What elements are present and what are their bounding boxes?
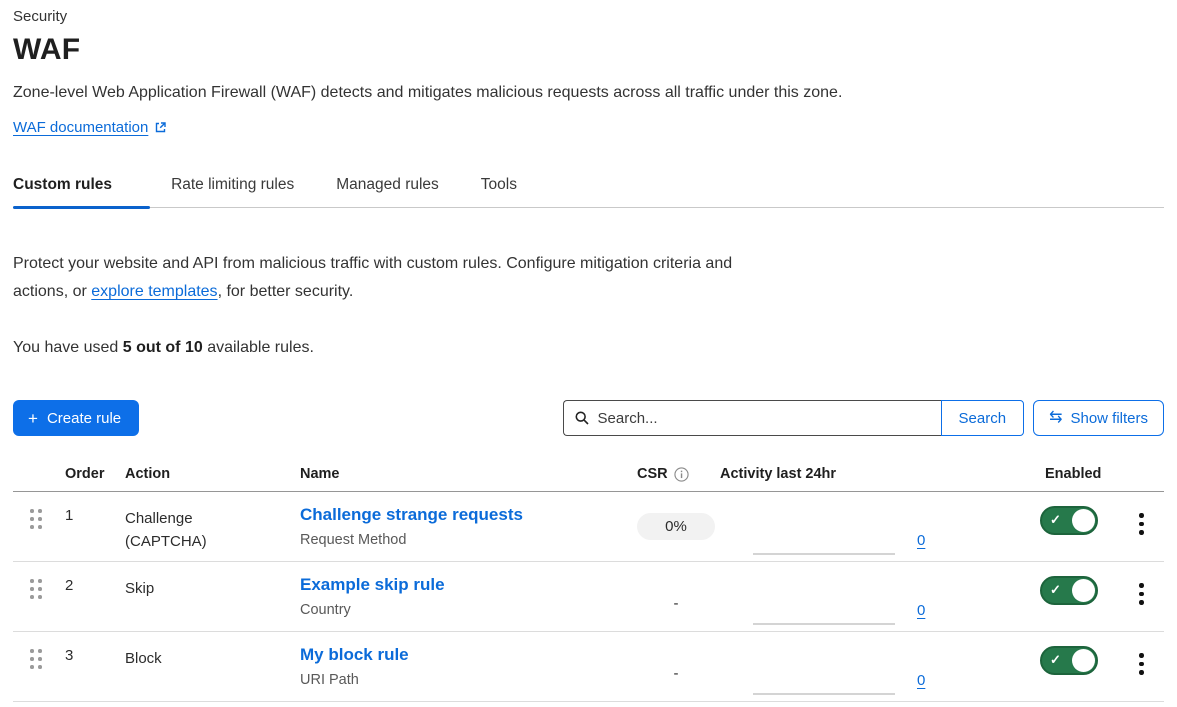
header-name: Name [300,466,624,482]
rule-action: Skip [125,575,229,600]
explore-templates-link[interactable]: explore templates [91,283,217,300]
external-link-icon [154,121,167,134]
activity-sparkline [753,693,895,695]
plus-icon: + [28,410,38,427]
rules-table: Order Action Name CSR Activity last 24hr… [13,466,1164,702]
search-button[interactable]: Search [941,400,1025,436]
table-row: 2 Skip Example skip rule Country - 0 ✓ [13,562,1164,632]
drag-handle-icon[interactable] [30,509,46,533]
search-icon [574,409,590,427]
tab-bar: Custom rules Rate limiting rules Managed… [13,166,1164,208]
rule-action: Block [125,645,229,670]
rule-order: 1 [65,505,125,524]
tab-managed-rules[interactable]: Managed rules [315,166,460,207]
page-title: WAF [13,33,1164,67]
csr-value: - [637,653,715,682]
check-icon: ✓ [1050,652,1061,668]
rule-field: Country [300,602,624,618]
rule-name-link[interactable]: Example skip rule [300,575,445,595]
table-header-row: Order Action Name CSR Activity last 24hr… [13,466,1164,492]
kebab-menu-icon[interactable] [1133,581,1151,607]
waf-documentation-link[interactable]: WAF documentation [13,119,148,136]
enabled-toggle[interactable]: ✓ [1040,506,1098,535]
activity-sparkline [753,623,895,625]
show-filters-button[interactable]: ⇆ Show filters [1033,400,1164,436]
activity-count-link[interactable]: 0 [917,672,925,689]
rule-order: 3 [65,645,125,664]
usage-suffix: available rules. [203,339,314,356]
check-icon: ✓ [1050,512,1061,528]
header-activity: Activity last 24hr [720,466,1032,482]
create-rule-button[interactable]: + Create rule [13,400,139,436]
drag-handle-icon[interactable] [30,579,46,603]
tab-rate-limiting-rules[interactable]: Rate limiting rules [150,166,315,207]
activity-count-link[interactable]: 0 [917,602,925,619]
usage-count: 5 out of 10 [123,339,203,356]
kebab-menu-icon[interactable] [1133,651,1151,677]
search-box [563,400,941,436]
toggle-knob [1072,649,1095,672]
header-action: Action [125,466,300,482]
check-icon: ✓ [1050,582,1061,598]
toggle-knob [1072,509,1095,532]
enabled-toggle[interactable]: ✓ [1040,576,1098,605]
table-row: 3 Block My block rule URI Path - 0 ✓ [13,632,1164,702]
usage-prefix: You have used [13,339,123,356]
tab-custom-rules[interactable]: Custom rules [13,166,150,207]
csr-value: - [637,583,715,612]
enabled-toggle[interactable]: ✓ [1040,646,1098,675]
rule-field: Request Method [300,532,624,548]
toggle-knob [1072,579,1095,602]
header-order: Order [65,466,125,482]
usage-summary: You have used 5 out of 10 available rule… [13,339,1164,357]
page-description: Zone-level Web Application Firewall (WAF… [13,84,1164,102]
kebab-menu-icon[interactable] [1133,511,1151,537]
breadcrumb: Security [13,0,1164,25]
rule-order: 2 [65,575,125,594]
rule-name-link[interactable]: My block rule [300,645,409,665]
drag-handle-icon[interactable] [30,649,46,673]
intro-after: , for better security. [218,283,354,300]
intro-text: Protect your website and API from malici… [13,250,755,306]
rule-name-link[interactable]: Challenge strange requests [300,505,523,525]
rule-action: Challenge (CAPTCHA) [125,505,229,553]
header-enabled: Enabled [1032,466,1119,482]
search-input[interactable] [598,410,931,427]
swap-arrows-icon: ⇆ [1049,410,1062,426]
header-csr: CSR [637,466,668,482]
show-filters-label: Show filters [1070,410,1148,427]
create-rule-label: Create rule [47,410,121,427]
csr-badge: 0% [637,513,715,540]
rule-field: URI Path [300,672,624,688]
tab-tools[interactable]: Tools [460,166,538,207]
info-icon[interactable] [674,466,689,482]
activity-sparkline [753,553,895,555]
activity-count-link[interactable]: 0 [917,532,925,549]
table-row: 1 Challenge (CAPTCHA) Challenge strange … [13,492,1164,562]
